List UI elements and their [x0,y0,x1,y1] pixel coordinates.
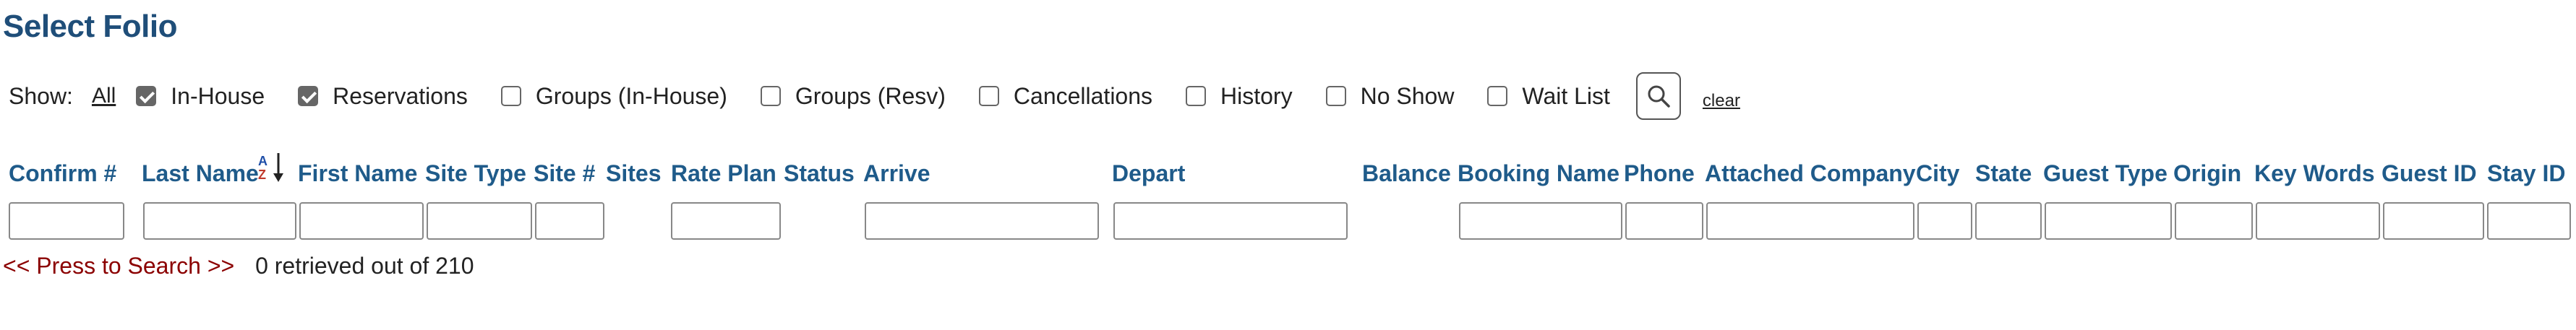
sort-az-icon[interactable]: A Z [257,152,286,183]
guest-id-input[interactable] [2383,202,2484,240]
groups-in-house-label: Groups (In-House) [535,82,727,109]
origin-input[interactable] [2175,202,2253,240]
col-city[interactable]: City [1916,160,1959,187]
col-attached-company[interactable]: Attached Company [1705,160,1916,187]
no-show-label: No Show [1360,82,1455,109]
guest-type-input[interactable] [2045,202,2172,240]
cancellations-label: Cancellations [1013,82,1153,109]
col-site-num[interactable]: Site # [534,160,595,187]
in-house-label: In-House [171,82,265,109]
wait-list-checkbox[interactable] [1487,86,1508,106]
col-confirm[interactable]: Confirm # [9,160,116,187]
show-label: Show: [9,82,73,109]
filter-in-house[interactable]: In-House [136,83,265,110]
filter-reservations[interactable]: Reservations [298,83,468,110]
confirm-input[interactable] [9,202,124,240]
search-icon [1648,85,1670,108]
results-count: 0 retrieved out of 210 [255,253,474,279]
in-house-checkbox[interactable] [136,86,157,106]
filter-no-show[interactable]: No Show [1325,82,1455,110]
cancellations-checkbox[interactable] [978,86,999,106]
col-first-name[interactable]: First Name [298,160,417,187]
history-label: History [1220,82,1293,109]
col-phone[interactable]: Phone [1624,160,1695,187]
depart-input[interactable] [1113,202,1348,240]
wait-list-label: Wait List [1522,82,1610,109]
first-name-input[interactable] [299,202,424,240]
col-stay-id[interactable]: Stay ID [2487,160,2565,187]
key-words-input[interactable] [2256,202,2380,240]
groups-resv-label: Groups (Resv) [795,82,946,109]
col-arrive[interactable]: Arrive [863,160,930,187]
col-balance[interactable]: Balance [1362,160,1451,187]
filter-groups-in-house[interactable]: Groups (In-House) [500,82,727,110]
col-sites[interactable]: Sites [606,160,661,187]
stay-id-input[interactable] [2487,202,2571,240]
reservations-label: Reservations [333,82,468,109]
history-checkbox[interactable] [1186,86,1207,106]
arrive-input[interactable] [865,202,1099,240]
search-button[interactable] [1635,72,1681,120]
all-link[interactable]: All [92,84,116,108]
col-status[interactable]: Status [784,160,855,187]
svg-text:A: A [258,154,268,168]
col-origin[interactable]: Origin [2173,160,2241,187]
no-show-checkbox[interactable] [1325,86,1346,106]
results-line: << Press to Search >> 0 retrieved out of… [3,253,474,279]
filter-cancellations[interactable]: Cancellations [978,82,1153,110]
col-depart[interactable]: Depart [1112,160,1185,187]
col-state[interactable]: State [1975,160,2032,187]
groups-in-house-checkbox[interactable] [500,86,521,106]
filter-groups-resv[interactable]: Groups (Resv) [760,82,946,110]
city-input[interactable] [1917,202,1972,240]
site-type-input[interactable] [427,202,532,240]
col-last-name[interactable]: Last Name [142,160,259,187]
col-guest-id[interactable]: Guest ID [2382,160,2477,187]
col-guest-type[interactable]: Guest Type [2043,160,2168,187]
rate-plan-input[interactable] [671,202,781,240]
state-input[interactable] [1975,202,2042,240]
reservations-checkbox[interactable] [298,86,319,106]
col-rate-plan[interactable]: Rate Plan [671,160,776,187]
col-key-words[interactable]: Key Words [2254,160,2375,187]
col-booking-name[interactable]: Booking Name [1458,160,1619,187]
page-title: Select Folio [3,9,177,44]
groups-resv-checkbox[interactable] [760,86,781,106]
clear-link[interactable]: clear [1703,91,1740,111]
filter-bar: Show: All In-House Reservations Groups (… [9,71,1740,121]
press-to-search-link[interactable]: << Press to Search >> [3,253,234,279]
filter-wait-list[interactable]: Wait List [1487,83,1610,110]
col-site-type[interactable]: Site Type [425,160,526,187]
attached-company-input[interactable] [1706,202,1914,240]
booking-name-input[interactable] [1459,202,1622,240]
phone-input[interactable] [1625,202,1703,240]
svg-text:Z: Z [258,168,266,182]
filter-history[interactable]: History [1186,83,1293,110]
last-name-input[interactable] [143,202,296,240]
site-num-input[interactable] [535,202,604,240]
